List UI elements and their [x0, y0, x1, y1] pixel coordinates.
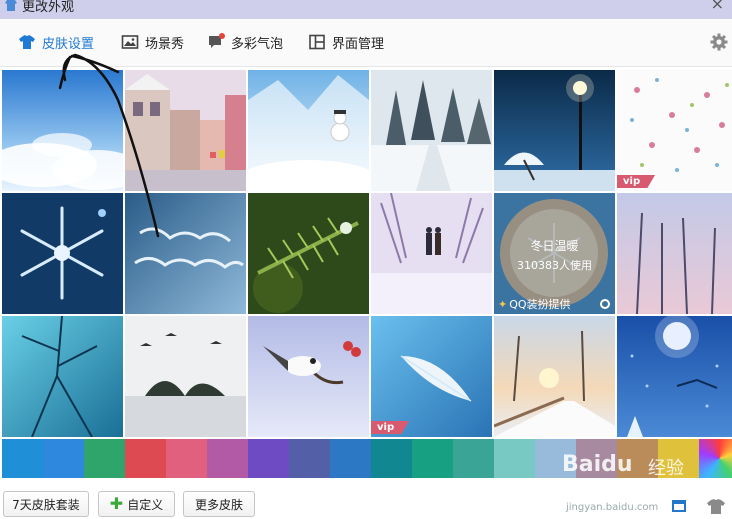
- color-swatch[interactable]: [658, 439, 699, 478]
- tab-label: 场景秀: [145, 36, 185, 52]
- skin-grid: vip 冬日温暖 310383人使用 ✦ QQ装扮提供 vip: [2, 70, 732, 439]
- more-skins-button[interactable]: 更多皮肤: [183, 491, 255, 517]
- skin-tile[interactable]: [248, 70, 369, 191]
- window-mode-icon[interactable]: [672, 500, 686, 512]
- picture-icon: [121, 35, 139, 49]
- color-swatch[interactable]: [43, 439, 84, 478]
- color-swatch[interactable]: [166, 439, 207, 478]
- bottom-bar: 7天皮肤套装 ✚ 自定义 更多皮肤: [0, 478, 732, 519]
- skin-tile[interactable]: [125, 70, 246, 191]
- color-swatch[interactable]: [576, 439, 617, 478]
- skin-tile[interactable]: vip: [371, 316, 492, 437]
- close-button[interactable]: ×: [711, 0, 724, 13]
- toolbar: 皮肤设置 场景秀 多彩气泡 界面管理: [0, 19, 732, 67]
- app-icon: [5, 0, 17, 11]
- skin-tile[interactable]: [2, 193, 123, 314]
- skin-tile[interactable]: [494, 70, 615, 191]
- tab-scene-show[interactable]: 场景秀: [121, 31, 184, 53]
- skin-tile[interactable]: [248, 316, 369, 437]
- skin-tile[interactable]: [125, 193, 246, 314]
- color-swatch[interactable]: [289, 439, 330, 478]
- color-swatch[interactable]: [453, 439, 494, 478]
- color-swatch[interactable]: [207, 439, 248, 478]
- tab-label: 多彩气泡: [231, 36, 284, 52]
- skin-tile[interactable]: [617, 193, 732, 314]
- skin-tile[interactable]: [371, 70, 492, 191]
- color-swatch[interactable]: [371, 439, 412, 478]
- skin-tile[interactable]: [248, 193, 369, 314]
- color-swatch[interactable]: [412, 439, 453, 478]
- color-swatch[interactable]: [248, 439, 289, 478]
- color-swatch[interactable]: [535, 439, 576, 478]
- featured-provider: ✦ QQ装扮提供: [498, 296, 571, 312]
- tshirt-icon: [19, 35, 35, 49]
- color-swatch[interactable]: [494, 439, 535, 478]
- skin-tile[interactable]: [371, 193, 492, 314]
- search-icon[interactable]: [600, 299, 610, 309]
- gear-icon[interactable]: [710, 33, 728, 51]
- star-icon: ✦: [498, 298, 508, 311]
- skin-tile[interactable]: [2, 70, 123, 191]
- tab-skin-settings[interactable]: 皮肤设置: [18, 31, 94, 53]
- tab-colorful-bubbles[interactable]: 多彩气泡: [207, 31, 283, 53]
- provider-label: QQ装扮提供: [509, 298, 571, 311]
- title-bar: 更改外观 ×: [0, 0, 732, 19]
- custom-skin-button[interactable]: ✚ 自定义: [98, 491, 175, 517]
- tab-label: 皮肤设置: [42, 36, 95, 52]
- chat-bubble-icon: [209, 33, 225, 48]
- skin-tile[interactable]: [494, 316, 615, 437]
- skin-tile[interactable]: [617, 316, 732, 437]
- color-swatch[interactable]: [617, 439, 658, 478]
- skin-tile[interactable]: vip: [617, 70, 732, 191]
- tab-label: 界面管理: [332, 36, 385, 52]
- seven-day-suite-button[interactable]: 7天皮肤套装: [3, 491, 89, 517]
- color-swatch[interactable]: [2, 439, 43, 478]
- skin-shirt-icon[interactable]: [706, 496, 726, 516]
- skin-tile-featured[interactable]: 冬日温暖 310383人使用 ✦ QQ装扮提供: [494, 193, 615, 314]
- skin-tile[interactable]: [125, 316, 246, 437]
- color-swatch[interactable]: [330, 439, 371, 478]
- color-swatch[interactable]: [125, 439, 166, 478]
- featured-usage-count: 310383人使用: [517, 259, 592, 272]
- custom-label: 自定义: [127, 497, 164, 512]
- notification-badge: [219, 33, 225, 39]
- color-swatch-row: [2, 439, 732, 478]
- featured-title: 冬日温暖: [530, 239, 579, 253]
- skin-tile[interactable]: [2, 316, 123, 437]
- custom-color-swatch[interactable]: [699, 439, 732, 478]
- plus-icon: ✚: [109, 494, 124, 513]
- color-swatch[interactable]: [84, 439, 125, 478]
- window-title: 更改外观: [22, 0, 75, 15]
- layout-icon: [309, 34, 325, 50]
- tab-interface-manage[interactable]: 界面管理: [308, 31, 384, 53]
